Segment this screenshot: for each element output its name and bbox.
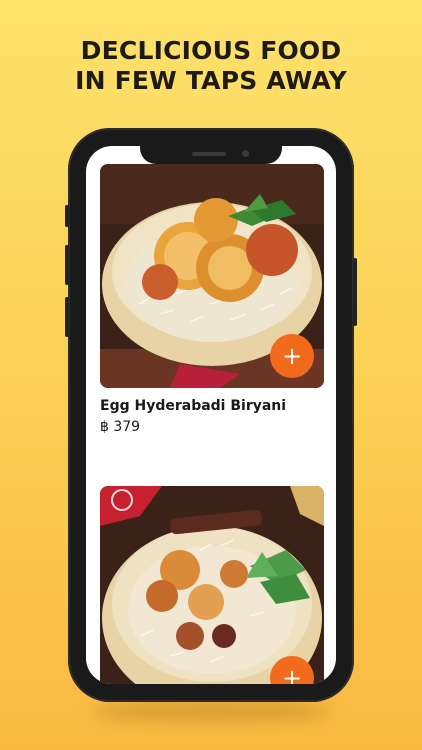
- promo-headline: DECLICIOUS FOOD IN FEW TAPS AWAY: [0, 36, 422, 96]
- add-to-cart-button[interactable]: +: [270, 334, 314, 378]
- phone-side-button-left-1: [65, 205, 69, 227]
- front-camera: [242, 150, 249, 157]
- headline-line-1: DECLICIOUS FOOD: [80, 36, 342, 65]
- speaker-grille: [192, 152, 226, 156]
- menu-item-name[interactable]: Egg Hyderabadi Biryani: [100, 398, 286, 414]
- phone-shadow: [92, 700, 332, 722]
- phone-side-button-right: [353, 258, 357, 326]
- headline-line-2: IN FEW TAPS AWAY: [75, 66, 347, 95]
- plus-icon: +: [281, 342, 303, 370]
- menu-item-image[interactable]: [100, 486, 324, 684]
- plus-icon: +: [281, 664, 303, 684]
- vegetable-biryani-photo: [100, 486, 324, 684]
- app-screen: + Egg Hyderabadi Biryani ฿ 379 +: [86, 146, 336, 684]
- phone-side-button-left-3: [65, 297, 69, 337]
- phone-notch: [140, 146, 282, 164]
- menu-item-price: ฿ 379: [100, 419, 141, 435]
- phone-side-button-left-2: [65, 245, 69, 285]
